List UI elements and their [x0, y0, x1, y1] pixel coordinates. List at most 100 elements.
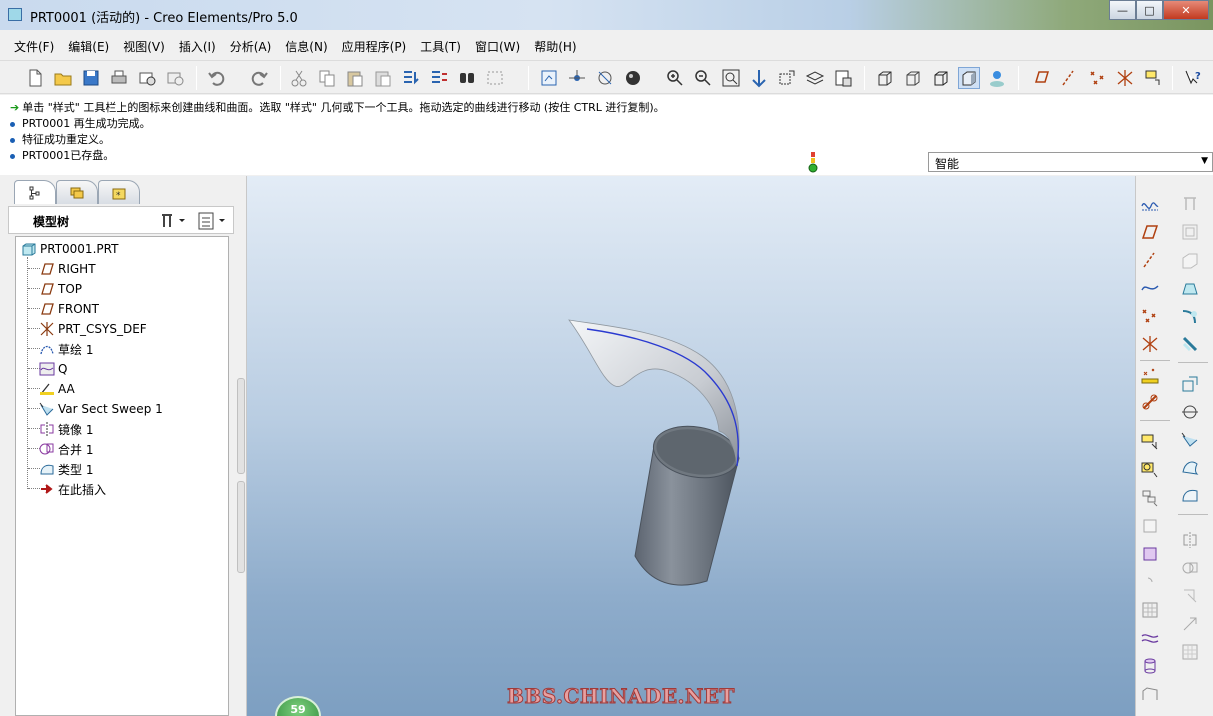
undo-icon[interactable] [206, 67, 228, 89]
tree-item-mirror[interactable]: 镜像 1 [38, 419, 93, 439]
menu-applications[interactable]: 应用程序(P) [342, 38, 407, 55]
tree-item-right[interactable]: RIGHT [38, 259, 96, 279]
tree-item-root[interactable]: PRT0001.PRT [20, 239, 118, 259]
menu-info[interactable]: 信息(N) [285, 38, 327, 55]
paste-icon[interactable] [344, 67, 366, 89]
datum-point-tool-icon[interactable] [1138, 304, 1162, 328]
find-icon[interactable] [456, 67, 478, 89]
tab-favorites[interactable]: * [98, 180, 140, 204]
tree-item-merge[interactable]: 合并 1 [38, 439, 93, 459]
menu-window[interactable]: 窗口(W) [475, 38, 520, 55]
style-tool-icon[interactable] [1178, 456, 1202, 480]
copy-icon[interactable] [316, 67, 338, 89]
print-icon[interactable] [108, 67, 130, 89]
merge-tool-icon[interactable] [1178, 400, 1202, 424]
shell-inactive-icon[interactable] [1138, 598, 1162, 622]
paste-special-icon[interactable] [372, 67, 394, 89]
tree-settings-icon[interactable] [159, 211, 189, 234]
draft-icon[interactable] [1178, 276, 1202, 300]
menu-edit[interactable]: 编辑(E) [68, 38, 109, 55]
tree-item-q[interactable]: Q [38, 359, 67, 379]
freeform-icon[interactable] [1178, 484, 1202, 508]
menu-insert[interactable]: 插入(I) [179, 38, 216, 55]
tab-model-tree[interactable] [14, 180, 56, 204]
tree-display-options-icon[interactable] [197, 211, 231, 234]
datum-ref-tool-icon[interactable] [1138, 390, 1162, 414]
tree-item-insert-here[interactable]: 在此插入 [38, 479, 106, 499]
appearance-sphere-icon[interactable] [622, 67, 644, 89]
maximize-button[interactable]: □ [1136, 0, 1163, 20]
annotation-note-icon[interactable] [1138, 458, 1162, 482]
spin-center-icon[interactable] [566, 67, 588, 89]
merge-inactive-icon[interactable] [1178, 556, 1202, 580]
hidden-line-icon[interactable] [902, 67, 924, 89]
annotation-display-icon[interactable] [1142, 67, 1164, 89]
send-link-icon[interactable] [164, 67, 186, 89]
tree-item-csys[interactable]: PRT_CSYS_DEF [38, 319, 147, 339]
datum-axis-tool-icon[interactable] [1138, 248, 1162, 272]
send-mail-icon[interactable] [136, 67, 158, 89]
tree-item-sketch[interactable]: 草绘 1 [38, 339, 93, 359]
datum-point-display-icon[interactable] [1086, 67, 1108, 89]
pattern-icon[interactable] [1138, 486, 1162, 510]
tab-folder-browser[interactable] [56, 180, 98, 204]
chamfer-icon[interactable] [1178, 332, 1202, 356]
minimize-button[interactable]: — [1109, 0, 1136, 20]
datum-axis-display-icon[interactable] [1058, 67, 1080, 89]
context-help-icon[interactable]: ? [1182, 67, 1204, 89]
saved-views-icon[interactable] [776, 67, 798, 89]
extend-inactive-icon[interactable] [1178, 612, 1202, 636]
wireframe-icon[interactable] [874, 67, 896, 89]
model-display-person-icon[interactable] [986, 67, 1008, 89]
boundary-blend-icon[interactable] [1138, 626, 1162, 650]
menu-file[interactable]: 文件(F) [14, 38, 54, 55]
cylinder-icon[interactable] [1138, 654, 1162, 678]
regenerate-manager-icon[interactable] [428, 67, 450, 89]
panel-splitter-handle[interactable] [237, 378, 245, 474]
thicken-inactive-icon[interactable] [1178, 640, 1202, 664]
menu-view[interactable]: 视图(V) [123, 38, 165, 55]
offset-icon[interactable] [1178, 372, 1202, 396]
var-sect-sweep-tool-icon[interactable] [1178, 428, 1202, 452]
csys-tool-icon[interactable] [1138, 332, 1162, 356]
close-button[interactable]: ✕ [1163, 0, 1209, 20]
graphics-viewport[interactable]: 59 BBS.CHINADE.NET [247, 176, 1135, 716]
sketch-tool-icon[interactable] [1138, 192, 1162, 216]
selection-filter-dropdown[interactable]: 智能 ▼ [928, 152, 1213, 172]
hole-inactive-icon[interactable] [1178, 192, 1202, 216]
mirror-tool-icon[interactable] [1178, 528, 1202, 552]
model-geometry[interactable] [247, 176, 1135, 716]
round-icon[interactable] [1178, 304, 1202, 328]
menu-tools[interactable]: 工具(T) [420, 38, 461, 55]
regenerate-icon[interactable] [400, 67, 422, 89]
selection-box-icon[interactable] [484, 67, 506, 89]
tree-item-style[interactable]: 类型 1 [38, 459, 93, 479]
orient-mode-icon[interactable] [594, 67, 616, 89]
tree-item-var-sect-sweep[interactable]: Var Sect Sweep 1 [38, 399, 163, 419]
datum-curve-tool-icon[interactable] [1138, 276, 1162, 300]
zoom-in-icon[interactable] [664, 67, 686, 89]
layers-icon[interactable] [804, 67, 826, 89]
annotation-tool-icon[interactable] [1138, 430, 1162, 454]
tree-item-aa[interactable]: AA [38, 379, 75, 399]
new-file-icon[interactable] [24, 67, 46, 89]
shading-icon[interactable] [958, 67, 980, 89]
shell-tool-inactive-icon[interactable] [1178, 220, 1202, 244]
tree-item-front[interactable]: FRONT [38, 299, 99, 319]
menu-analysis[interactable]: 分析(A) [230, 38, 272, 55]
trim-inactive-icon[interactable] [1178, 584, 1202, 608]
reorient-icon[interactable] [748, 67, 770, 89]
open-folder-icon[interactable] [52, 67, 74, 89]
view-manager-icon[interactable] [832, 67, 854, 89]
menu-help[interactable]: 帮助(H) [534, 38, 576, 55]
warp-icon[interactable] [1138, 682, 1162, 706]
datum-plane-tool-icon[interactable] [1138, 220, 1162, 244]
refit-icon[interactable] [720, 67, 742, 89]
no-hidden-icon[interactable] [930, 67, 952, 89]
cut-icon[interactable] [288, 67, 310, 89]
datum-plane-display-icon[interactable] [1030, 67, 1052, 89]
rib-inactive-icon[interactable] [1178, 248, 1202, 272]
revolve-icon[interactable] [1138, 542, 1162, 566]
repaint-icon[interactable] [538, 67, 560, 89]
save-icon[interactable] [80, 67, 102, 89]
